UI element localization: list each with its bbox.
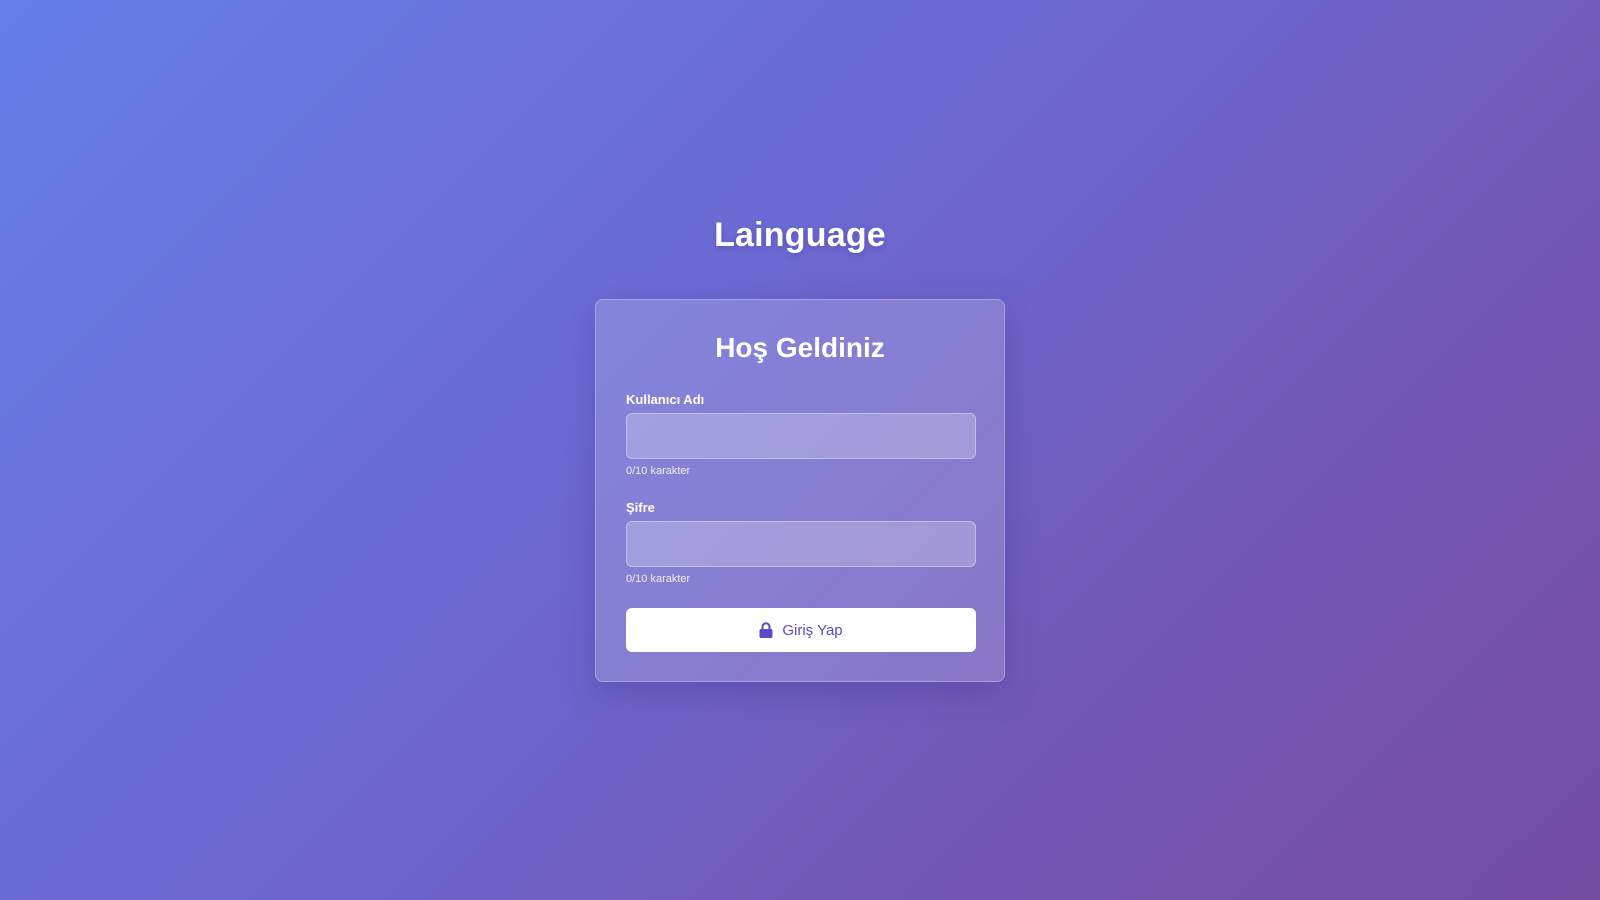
password-char-count: 0/10 karakter xyxy=(626,573,691,585)
password-input[interactable] xyxy=(626,521,976,567)
lock-icon xyxy=(759,622,773,638)
username-label: Kullanıcı Adı xyxy=(626,392,705,407)
welcome-heading: Hoş Geldiniz xyxy=(715,332,885,363)
username-input[interactable] xyxy=(626,413,976,459)
login-button[interactable]: Giriş Yap xyxy=(626,608,976,652)
login-button-label: Giriş Yap xyxy=(782,621,843,639)
password-label: Şifre xyxy=(626,500,655,515)
login-card: Hoş Geldiniz Kullanıcı Adı 0/10 karakter… xyxy=(595,299,1005,682)
app-title: Lainguage xyxy=(714,216,886,254)
username-char-count: 0/10 karakter xyxy=(626,465,691,477)
